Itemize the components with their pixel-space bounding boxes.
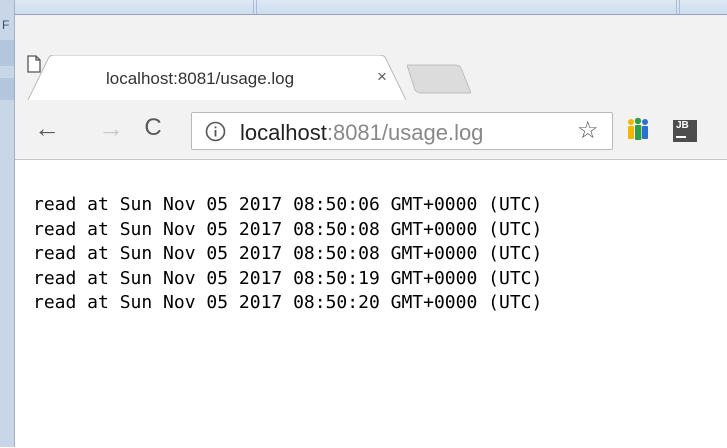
bookmark-star-icon[interactable]: ☆: [577, 116, 599, 145]
log-line: read at Sun Nov 05 2017 08:50:19 GMT+000…: [33, 267, 543, 289]
background-window-fragment: F: [2, 18, 10, 32]
url-host: localhost: [240, 120, 327, 145]
info-icon[interactable]: [205, 121, 226, 142]
close-icon[interactable]: ×: [372, 67, 392, 87]
address-bar[interactable]: localhost:8081/usage.log ☆: [191, 112, 613, 150]
reload-button[interactable]: C: [139, 114, 167, 142]
background-window-edge: F: [0, 0, 15, 447]
new-tab-button[interactable]: [407, 64, 471, 94]
tab-strip: localhost:8081/usage.log ×: [15, 15, 727, 102]
log-line: read at Sun Nov 05 2017 08:50:08 GMT+000…: [33, 218, 543, 240]
url-text[interactable]: localhost:8081/usage.log: [240, 120, 483, 146]
url-path: :8081/usage.log: [326, 120, 484, 145]
jb-extension-label: JB: [676, 120, 689, 131]
toolbar: ← → C localhost:8081/usage.log ☆ JB: [15, 101, 727, 160]
jb-extension-icon[interactable]: JB: [673, 120, 697, 142]
page-icon: [27, 55, 41, 73]
people-extension-icon[interactable]: [625, 117, 651, 143]
browser-window: localhost:8081/usage.log × ← → C localho…: [15, 14, 727, 448]
log-line: read at Sun Nov 05 2017 08:50:08 GMT+000…: [33, 243, 543, 264]
page-content: read at Sun Nov 05 2017 08:50:06 GMT+000…: [15, 160, 727, 448]
forward-button[interactable]: →: [97, 114, 125, 142]
tab-title: localhost:8081/usage.log: [106, 69, 295, 88]
background-block: [0, 78, 14, 100]
log-line: read at Sun Nov 05 2017 08:50:06 GMT+000…: [33, 194, 543, 215]
background-block: [0, 40, 14, 66]
log-line: read at Sun Nov 05 2017 08:50:20 GMT+000…: [33, 292, 543, 313]
back-button[interactable]: ←: [33, 114, 61, 142]
tab-usage-log[interactable]: localhost:8081/usage.log ×: [27, 55, 407, 102]
jb-extension-bar: [676, 136, 686, 138]
log-output: read at Sun Nov 05 2017 08:50:06 GMT+000…: [33, 193, 542, 316]
